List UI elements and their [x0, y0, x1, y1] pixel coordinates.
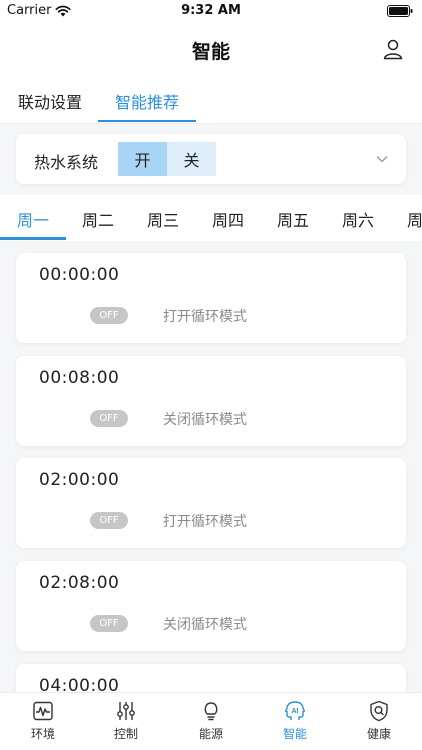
status-badge[interactable]: OFF [90, 307, 128, 324]
power-switch: 开 关 [118, 142, 216, 176]
tab-label: 控制 [113, 727, 138, 741]
switch-off-button[interactable]: 关 [167, 142, 216, 176]
active-tab-indicator [98, 120, 196, 122]
schedule-action: 关闭循环模式 [163, 412, 247, 428]
lightbulb-icon [204, 702, 218, 721]
status-time: 9:32 AM [181, 3, 241, 18]
tab-energy[interactable]: 能源 [181, 699, 241, 742]
status-badge[interactable]: OFF [90, 615, 128, 632]
schedule-time: 02:08:00 [39, 573, 120, 593]
status-badge[interactable]: OFF [90, 512, 128, 529]
schedule-card[interactable]: 00:08:00 OFF 关闭循环模式 [16, 356, 406, 446]
tab-thursday[interactable]: 周四 [212, 207, 244, 231]
tab-label: 健康 [366, 727, 391, 741]
tab-smart[interactable]: AI 智能 [265, 699, 325, 742]
schedule-time: 04:00:00 [39, 676, 120, 692]
user-icon[interactable] [382, 38, 404, 60]
schedule-card[interactable]: 02:00:00 OFF 打开循环模式 [16, 458, 406, 548]
bottom-tab-bar: 环境 控制 能源 AI 智能 健康 [0, 692, 422, 750]
tab-smart-recommend[interactable]: 智能推荐 [115, 89, 179, 113]
tab-health[interactable]: 健康 [349, 699, 409, 742]
system-selector-card[interactable]: 热水系统 开 关 [16, 134, 406, 184]
schedule-card[interactable]: 04:00:00 [16, 664, 406, 692]
tab-environment[interactable]: 环境 [13, 699, 73, 742]
tab-tuesday[interactable]: 周二 [82, 207, 114, 231]
schedule-action: 打开循环模式 [163, 309, 247, 325]
schedule-action: 关闭循环模式 [163, 617, 247, 633]
schedule-time: 00:08:00 [39, 368, 120, 388]
battery-icon [387, 5, 413, 17]
schedule-time: 02:00:00 [39, 470, 120, 490]
tab-sunday[interactable]: 周日 [407, 207, 422, 231]
system-name: 热水系统 [34, 153, 99, 172]
page-title: 智能 [191, 41, 230, 63]
top-tabs: 联动设置 智能推荐 [0, 78, 422, 124]
svg-text:AI: AI [292, 708, 299, 715]
chevron-down-icon[interactable] [376, 154, 388, 164]
tab-label: 智能 [282, 727, 307, 741]
shield-icon [370, 700, 388, 722]
tab-control[interactable]: 控制 [96, 699, 156, 742]
switch-on-button[interactable]: 开 [118, 142, 167, 176]
schedule-list[interactable]: 00:00:00 OFF 打开循环模式 00:08:00 OFF 关闭循环模式 … [0, 241, 422, 692]
tab-label: 能源 [198, 727, 223, 741]
tab-wednesday[interactable]: 周三 [147, 207, 179, 231]
ai-icon: AI [284, 701, 306, 720]
tab-linkage-settings[interactable]: 联动设置 [18, 89, 82, 113]
status-badge[interactable]: OFF [90, 410, 128, 427]
weekday-tabs: 周一 周二 周三 周四 周五 周六 周日 [0, 195, 422, 241]
active-day-indicator [0, 237, 66, 240]
schedule-time: 00:00:00 [39, 265, 120, 285]
tab-saturday[interactable]: 周六 [342, 207, 374, 231]
tab-friday[interactable]: 周五 [277, 207, 309, 231]
status-bar: Carrier 9:32 AM [0, 0, 422, 22]
sliders-icon [117, 702, 135, 720]
waveform-icon [33, 701, 53, 721]
schedule-card[interactable]: 02:08:00 OFF 关闭循环模式 [16, 561, 406, 651]
schedule-action: 打开循环模式 [163, 514, 247, 530]
schedule-card[interactable]: 00:00:00 OFF 打开循环模式 [16, 253, 406, 343]
tab-label: 环境 [30, 727, 55, 741]
tab-monday[interactable]: 周一 [17, 207, 49, 231]
nav-bar: 智能 [0, 22, 422, 78]
